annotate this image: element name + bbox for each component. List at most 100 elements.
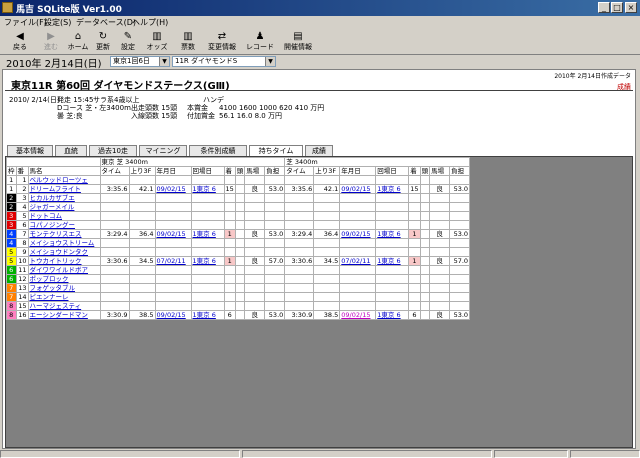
- table-row[interactable]: 5 10 トウカイトリック 3:30.6 34.5 07/02/11 1東京 6 1 良 57.0…: [6, 256, 471, 266]
- column-header[interactable]: 回場日: [375, 166, 410, 176]
- horse-name-link[interactable]: ドリームフライト: [30, 186, 81, 193]
- column-header[interactable]: 馬場: [429, 166, 451, 176]
- horse-name-link[interactable]: モンテクリスエス: [30, 231, 82, 238]
- table-row[interactable]: 4 8 メイショウストリーム: [6, 238, 471, 248]
- race-meeting-link[interactable]: 1東京 6: [377, 186, 400, 193]
- race-meeting-link[interactable]: 1東京 6: [377, 258, 400, 265]
- column-header[interactable]: 頭: [419, 166, 431, 176]
- maximize-button[interactable]: □: [611, 2, 623, 13]
- odds-button[interactable]: ▥ オッズ: [144, 31, 170, 53]
- horse-name-link[interactable]: トウカイトリック: [30, 258, 82, 265]
- cell-futan: 53.0: [264, 184, 286, 194]
- meeting-info-button[interactable]: ▤ 開催情報: [280, 31, 316, 53]
- table-row[interactable]: 8 16 エーシンダードマン 3:30.9 38.5 09/02/15 1東京 6 6 良 53.…: [6, 310, 471, 320]
- table-row[interactable]: 6 12 ポップロック: [6, 274, 471, 284]
- tab-condition-results[interactable]: 条件別成績: [189, 145, 247, 156]
- race-date-link[interactable]: 09/02/15: [157, 186, 186, 193]
- horse-name-link[interactable]: ピエンナーレ: [30, 294, 69, 301]
- horse-name-link[interactable]: コパノジングー: [30, 222, 76, 229]
- back-button[interactable]: ◀ 戻る: [6, 31, 34, 53]
- race-date-link[interactable]: 07/02/11: [157, 258, 186, 265]
- table-row[interactable]: 5 9 メイショウドンタク: [6, 247, 471, 257]
- column-header[interactable]: 番: [15, 166, 29, 176]
- tab-basic-info[interactable]: 基本情報: [7, 145, 53, 156]
- table-row[interactable]: 7 13 フォゲッタブル: [6, 283, 471, 293]
- record-button[interactable]: ♟ レコード: [244, 31, 276, 53]
- race-meeting-link[interactable]: 1東京 6: [193, 258, 216, 265]
- table-row[interactable]: 8 15 ハーマジェスティ: [6, 301, 471, 311]
- column-header[interactable]: 上り3F: [128, 166, 156, 176]
- column-header[interactable]: 回場日: [190, 166, 225, 176]
- horse-name-link[interactable]: ダイワワイルドボア: [30, 267, 89, 274]
- horse-name-link[interactable]: ポップロック: [30, 276, 69, 283]
- column-header[interactable]: 負担: [264, 166, 286, 176]
- table-row[interactable]: 3 5 ドットコム: [6, 211, 471, 221]
- forward-button[interactable]: ▶ 進む: [38, 31, 64, 53]
- menu-settings[interactable]: 設定(S): [44, 17, 71, 28]
- change-info-button[interactable]: ⇄ 変更情報: [204, 31, 240, 53]
- race-date-link[interactable]: 07/02/11: [341, 258, 370, 265]
- table-row[interactable]: 1 1 ベルウッドローツェ: [6, 175, 471, 185]
- tab-hold-time[interactable]: 持ちタイム: [249, 145, 303, 156]
- settings-button[interactable]: ✎ 設定: [116, 31, 140, 53]
- table-row[interactable]: 7 14 ピエンナーレ: [6, 292, 471, 302]
- table-row[interactable]: 2 3 ヒカルカザブエ: [6, 193, 471, 203]
- column-header[interactable]: 年月日: [154, 166, 192, 176]
- votes-button[interactable]: ▥ 票数: [176, 31, 200, 53]
- horse-name-cell: ダイワワイルドボア: [27, 265, 101, 275]
- horse-name-link[interactable]: フォゲッタブル: [30, 285, 76, 292]
- tab-pedigree[interactable]: 血統: [55, 145, 87, 156]
- menu-database[interactable]: データベース(D): [76, 17, 136, 28]
- column-header[interactable]: 年月日: [339, 166, 377, 176]
- menu-help[interactable]: ヘルプ(H): [132, 17, 168, 28]
- meeting-select[interactable]: 東京1回6日 ▼: [110, 56, 170, 67]
- column-header[interactable]: 枠: [6, 166, 17, 176]
- column-header[interactable]: タイム: [99, 166, 130, 176]
- race-select[interactable]: 11R ダイヤモンドS ▼: [172, 56, 276, 67]
- race-meeting-link[interactable]: 1東京 6: [377, 312, 400, 319]
- column-header[interactable]: タイム: [284, 166, 315, 176]
- table-row[interactable]: 1 2 ドリームフライト 3:35.6 42.1 09/02/15 1東京 6 15 良 53.0…: [6, 184, 471, 194]
- race-meeting-link[interactable]: 1東京 6: [193, 231, 216, 238]
- column-header[interactable]: 馬名: [27, 166, 101, 176]
- tab-past-10[interactable]: 過去10走: [89, 145, 137, 156]
- chevron-down-icon[interactable]: ▼: [265, 57, 275, 66]
- column-header[interactable]: 上り3F: [313, 166, 341, 176]
- table-row[interactable]: 3 6 コパノジングー: [6, 220, 471, 230]
- race-date-link[interactable]: 09/02/15: [157, 231, 186, 238]
- table-row[interactable]: 4 7 モンテクリスエス 3:29.4 36.4 09/02/15 1東京 6 1 良 53.0 3…: [6, 229, 471, 239]
- column-header[interactable]: 着: [223, 166, 236, 176]
- column-header[interactable]: 負担: [449, 166, 471, 176]
- race-date-link[interactable]: 09/02/15: [341, 231, 370, 238]
- column-header[interactable]: 着: [408, 166, 421, 176]
- race-date-link[interactable]: 09/02/15: [341, 312, 370, 319]
- menu-file[interactable]: ファイル(F): [4, 17, 47, 28]
- horse-name-link[interactable]: メイショウドンタク: [30, 249, 89, 256]
- race-meeting-link[interactable]: 1東京 6: [193, 186, 216, 193]
- cell-tou: [234, 310, 246, 320]
- race-date-link[interactable]: 09/02/15: [341, 186, 370, 193]
- horse-name-link[interactable]: ハーマジェスティ: [30, 303, 82, 310]
- horse-name-link[interactable]: エーシンダードマン: [30, 312, 88, 319]
- horse-name-link[interactable]: ドットコム: [30, 213, 63, 220]
- horse-name-link[interactable]: ヒカルカザブエ: [30, 195, 75, 202]
- table-row[interactable]: 2 4 ジャガーメイル: [6, 202, 471, 212]
- horse-name-link[interactable]: メイショウストリーム: [30, 240, 95, 247]
- tab-mining[interactable]: マイニング: [139, 145, 187, 156]
- race-date-link[interactable]: 09/02/15: [157, 312, 186, 319]
- horse-name-link[interactable]: ジャガーメイル: [30, 204, 75, 211]
- close-button[interactable]: ×: [625, 2, 637, 13]
- minimize-button[interactable]: _: [598, 2, 610, 13]
- horse-name-link[interactable]: ベルウッドローツェ: [30, 177, 88, 184]
- race-meeting-link[interactable]: 1東京 6: [377, 231, 400, 238]
- cell-baba2: [429, 193, 451, 203]
- number-cell: 6: [15, 220, 29, 230]
- refresh-button[interactable]: ↻ 更新: [92, 31, 114, 53]
- table-row[interactable]: 6 11 ダイワワイルドボア: [6, 265, 471, 275]
- column-header[interactable]: 馬場: [244, 166, 266, 176]
- column-header[interactable]: 頭: [234, 166, 246, 176]
- race-meeting-link[interactable]: 1東京 6: [193, 312, 216, 319]
- home-button[interactable]: ⌂ ホーム: [66, 31, 90, 53]
- tab-results[interactable]: 成績: [305, 145, 333, 156]
- chevron-down-icon[interactable]: ▼: [159, 57, 169, 66]
